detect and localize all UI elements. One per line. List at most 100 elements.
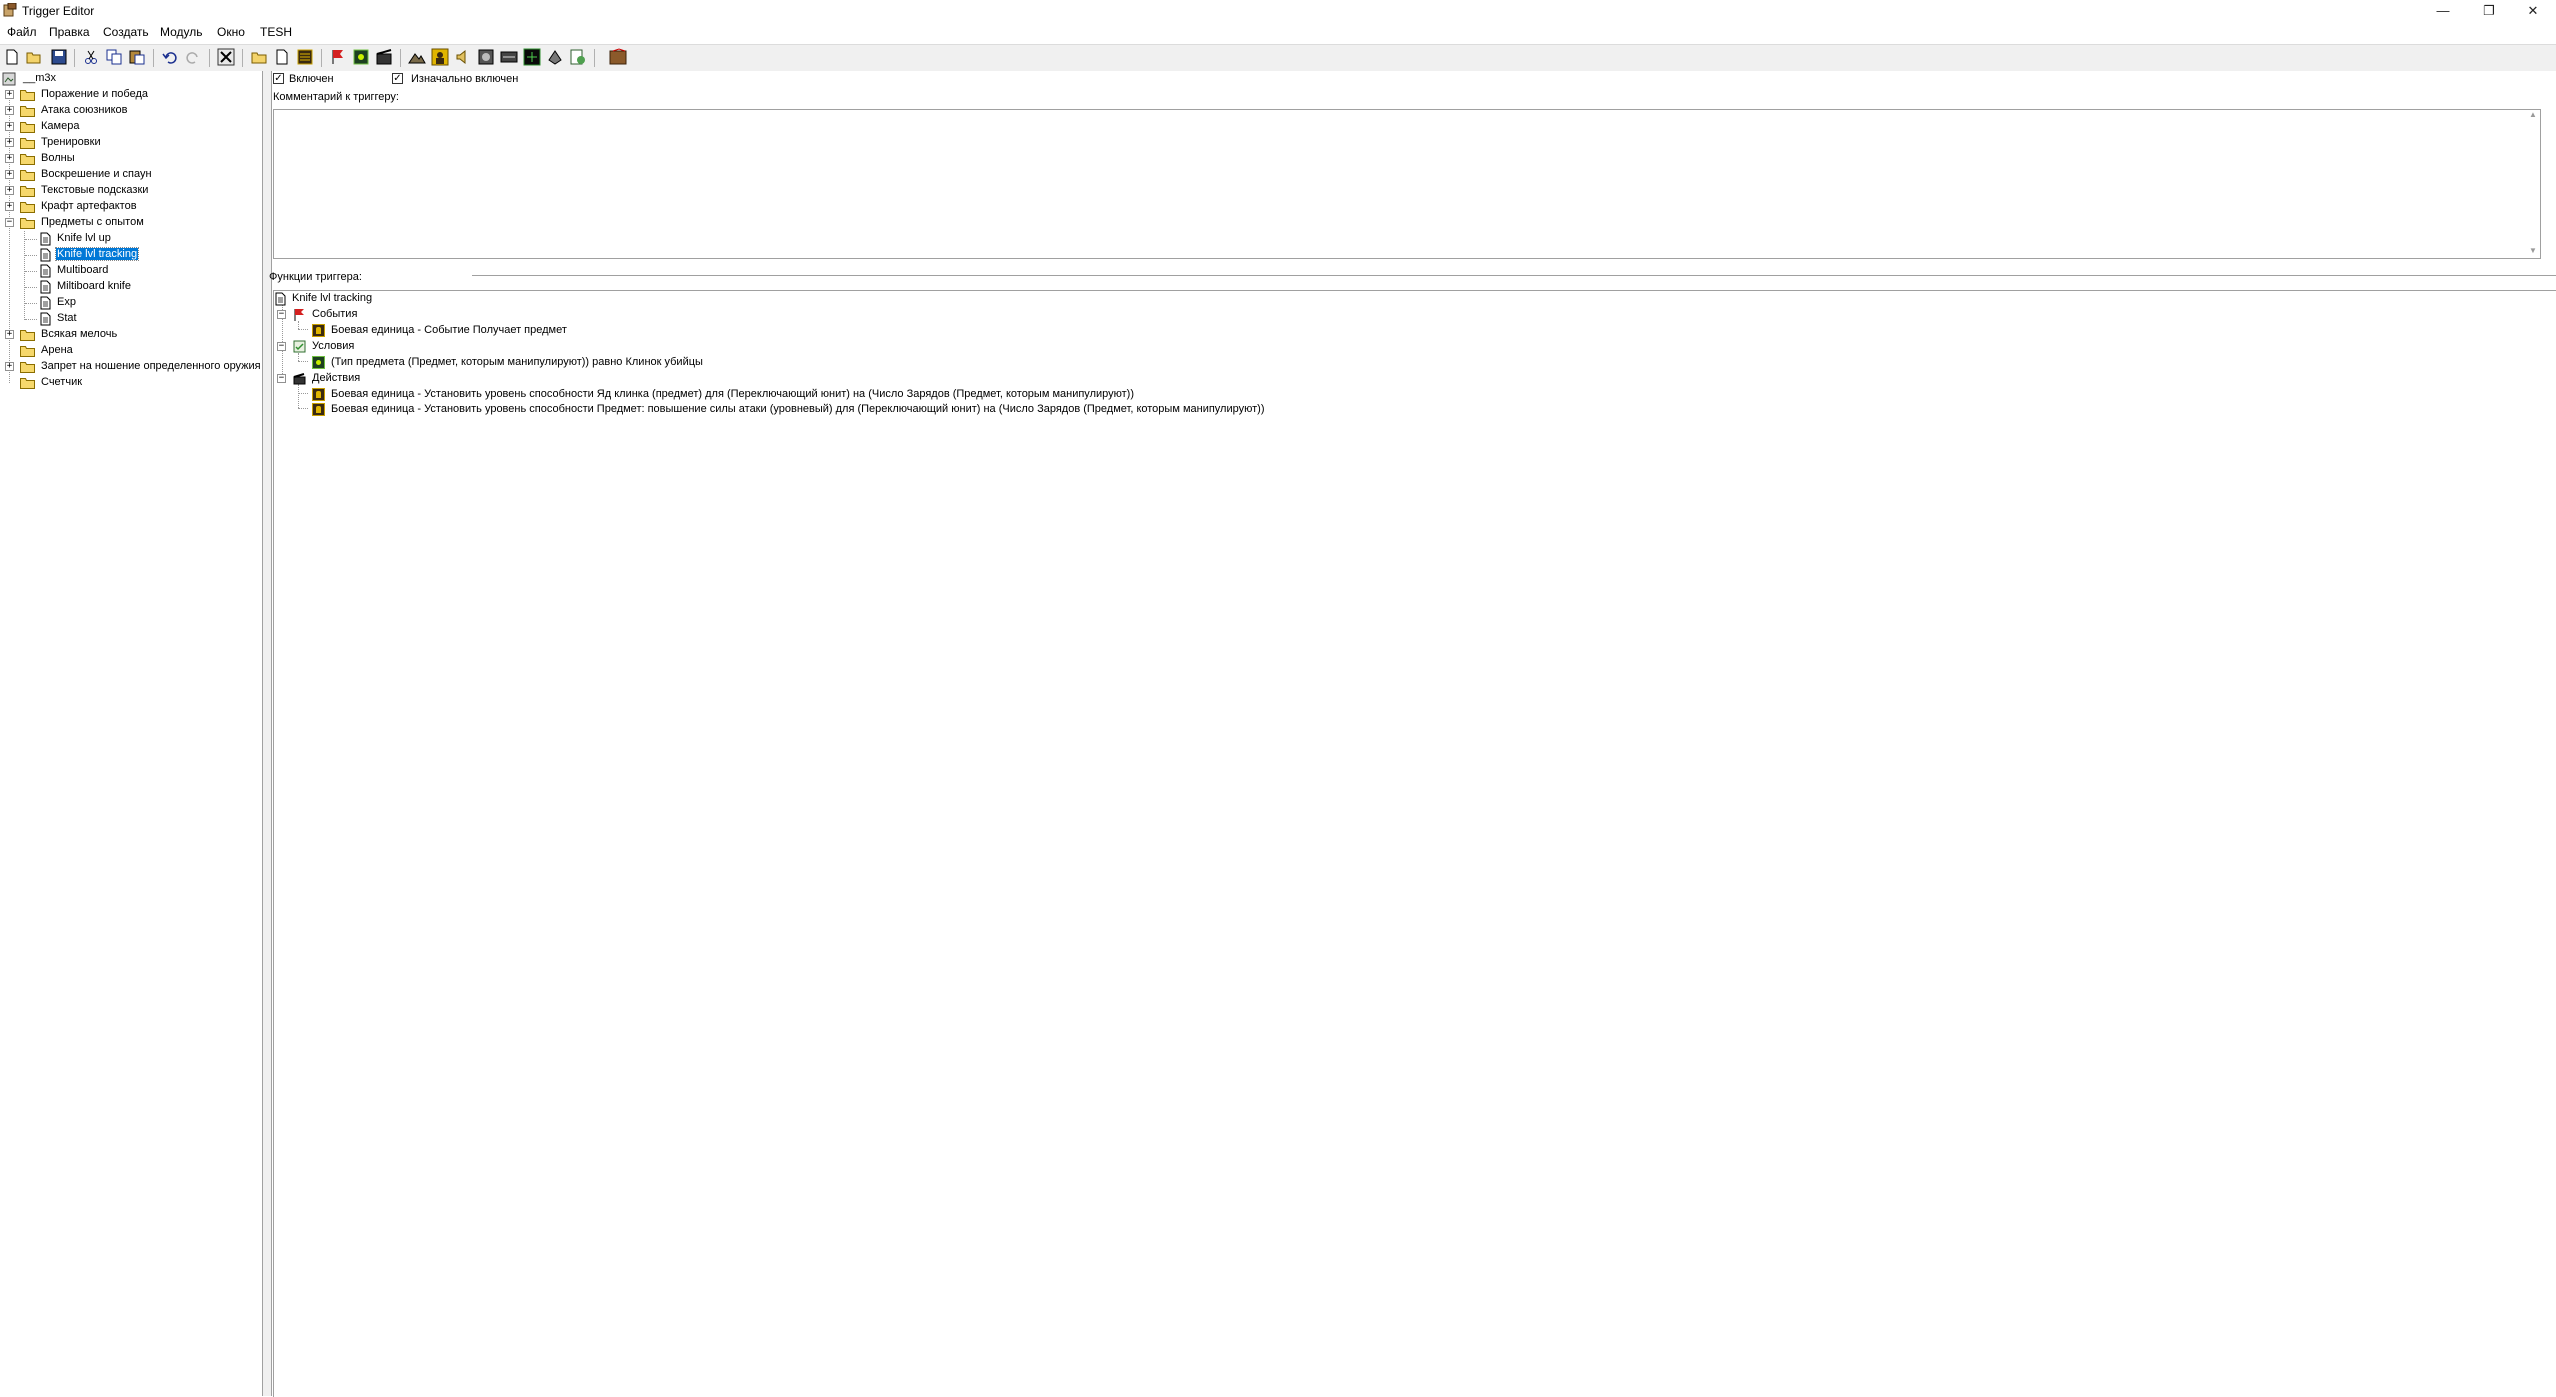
- menu-module[interactable]: Модуль: [160, 25, 203, 39]
- unit-editor-icon[interactable]: [431, 48, 449, 66]
- script-editor-icon[interactable]: [546, 48, 564, 66]
- menu-edit[interactable]: Правка: [49, 25, 90, 39]
- tree-folder-label: Поражение и победа: [41, 88, 148, 100]
- menu-window[interactable]: Окно: [217, 25, 245, 39]
- scroll-up-icon[interactable]: ▲: [2529, 110, 2537, 119]
- tree-folder-label: Предметы с опытом: [41, 216, 144, 228]
- close-button[interactable]: ✕: [2510, 0, 2556, 22]
- trigger-name: Knife lvl tracking: [292, 292, 373, 304]
- event-text: Боевая единица - Событие Получает предме…: [331, 324, 567, 336]
- action-text: Боевая единица - Установить уровень спос…: [331, 403, 1265, 415]
- trigger-doc-icon: [275, 292, 286, 306]
- trigger-doc-icon: [40, 312, 51, 326]
- expand-plus-icon[interactable]: +: [5, 106, 14, 115]
- new-comment-icon[interactable]: [296, 48, 314, 66]
- folder-icon: [20, 218, 35, 229]
- folder-icon: [20, 346, 35, 357]
- new-condition-icon[interactable]: [352, 48, 370, 66]
- events-label: События: [312, 308, 358, 320]
- comment-textarea[interactable]: ▲ ▼: [273, 109, 2541, 259]
- comment-scrollbar[interactable]: ▲ ▼: [2526, 110, 2540, 258]
- paste-icon[interactable]: [128, 48, 146, 66]
- new-event-icon[interactable]: [329, 48, 347, 66]
- import-manager-icon[interactable]: [523, 48, 541, 66]
- test-map-icon[interactable]: [609, 48, 627, 66]
- trigger-doc-icon: [40, 232, 51, 246]
- new-action-icon[interactable]: [375, 48, 393, 66]
- new-trigger-icon[interactable]: [273, 48, 291, 66]
- scroll-down-icon[interactable]: ▼: [2529, 246, 2537, 255]
- expand-plus-icon[interactable]: +: [5, 362, 14, 371]
- expand-plus-icon[interactable]: +: [5, 138, 14, 147]
- new-icon[interactable]: [3, 48, 21, 66]
- menu-create[interactable]: Создать: [103, 25, 149, 39]
- ai-editor-icon[interactable]: [500, 48, 518, 66]
- expand-plus-icon[interactable]: +: [5, 90, 14, 99]
- trigger-details-panel: ✓ Включен ✓ Изначально включен Комментар…: [269, 71, 2556, 1397]
- comment-label: Комментарий к триггеру:: [273, 91, 399, 103]
- copy-icon[interactable]: [105, 48, 123, 66]
- tree-folder-label: Камера: [41, 120, 80, 132]
- actions-label: Действия: [312, 372, 361, 384]
- folder-icon: [20, 154, 35, 165]
- tree-trigger-label: Knife lvl tracking: [54, 247, 140, 261]
- undo-icon[interactable]: [161, 48, 179, 66]
- conditions-icon: [293, 340, 306, 353]
- tree-trigger-label: Exp: [57, 296, 76, 308]
- action-text: Боевая единица - Установить уровень спос…: [331, 388, 1134, 400]
- expand-plus-icon[interactable]: +: [5, 170, 14, 179]
- tree-folder-label: Текстовые подсказки: [41, 184, 149, 196]
- sound-editor-icon[interactable]: [454, 48, 472, 66]
- folder-icon: [20, 202, 35, 213]
- open-icon[interactable]: [25, 48, 43, 66]
- save-icon[interactable]: [50, 48, 68, 66]
- tree-trigger-label: Knife lvl up: [57, 232, 111, 244]
- item-type-condition-icon: [312, 356, 325, 369]
- trigger-doc-icon: [40, 280, 51, 294]
- menu-file[interactable]: Файл: [7, 25, 37, 39]
- folder-icon: [20, 186, 35, 197]
- delete-icon[interactable]: [217, 48, 235, 66]
- folder-icon: [20, 90, 35, 101]
- panel-splitter[interactable]: [263, 71, 272, 1396]
- folder-icon: [20, 362, 35, 373]
- tree-folder-label: Запрет на ношение определенного оружия: [41, 360, 261, 372]
- unit-event-icon: [312, 324, 325, 337]
- functions-separator: [472, 275, 2556, 276]
- events-expander[interactable]: −: [277, 310, 286, 319]
- unit-action-icon: [312, 388, 325, 401]
- minimize-button[interactable]: —: [2420, 0, 2466, 22]
- trigger-editor-app-icon: [3, 3, 17, 17]
- menu-tesh[interactable]: TESH: [260, 25, 292, 39]
- expand-plus-icon[interactable]: +: [5, 122, 14, 131]
- tree-folder-label: Счетчик: [41, 376, 83, 388]
- cut-icon[interactable]: [82, 48, 100, 66]
- initially-on-checkbox[interactable]: ✓: [392, 73, 403, 84]
- conditions-expander[interactable]: −: [277, 342, 286, 351]
- tree-trigger-label: Multiboard: [57, 264, 109, 276]
- map-icon: [2, 72, 16, 86]
- collapse-minus-icon[interactable]: −: [5, 218, 14, 227]
- expand-plus-icon[interactable]: +: [5, 202, 14, 211]
- expand-plus-icon[interactable]: +: [5, 330, 14, 339]
- conditions-label: Условия: [312, 340, 355, 352]
- folder-icon: [20, 378, 35, 389]
- condition-text: (Тип предмета (Предмет, которым манипули…: [331, 356, 703, 368]
- tree-folder-label: Арена: [41, 344, 73, 356]
- expand-plus-icon[interactable]: +: [5, 186, 14, 195]
- new-category-icon[interactable]: [250, 48, 268, 66]
- initially-on-label: Изначально включен: [411, 73, 519, 85]
- trigger-functions-tree: Knife lvl tracking − События Боевая един…: [273, 290, 2556, 1397]
- enabled-checkbox[interactable]: ✓: [273, 73, 284, 84]
- folder-icon: [20, 106, 35, 117]
- tree-folder-label: Атака союзников: [41, 104, 128, 116]
- redo-icon[interactable]: [184, 48, 202, 66]
- object-editor-icon[interactable]: [477, 48, 495, 66]
- actions-expander[interactable]: −: [277, 374, 286, 383]
- terrain-editor-icon[interactable]: [408, 48, 426, 66]
- expand-plus-icon[interactable]: +: [5, 154, 14, 163]
- restore-button[interactable]: ❐: [2466, 0, 2512, 22]
- trigger-tree: __m3x + Поражение и победа + Атака союзнико…: [0, 71, 263, 1396]
- folder-icon: [20, 170, 35, 181]
- object-manager-icon[interactable]: [569, 48, 587, 66]
